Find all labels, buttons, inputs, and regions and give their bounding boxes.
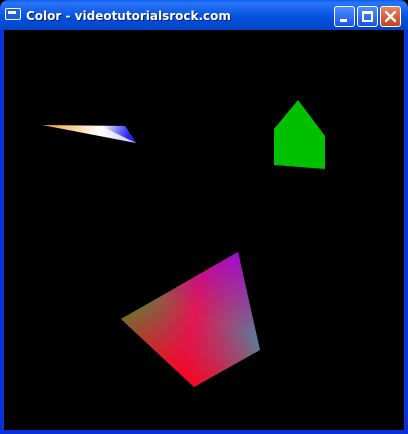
maximize-icon [362,11,373,22]
close-button[interactable] [380,6,401,27]
window-app-icon[interactable] [5,8,21,20]
minimize-icon [340,19,347,22]
opengl-canvas[interactable] [4,30,404,430]
minimize-button[interactable] [334,6,355,27]
green-pentagon [274,100,325,169]
close-icon [384,10,397,23]
title-bar[interactable]: Color - videotutorialsrock.com [0,0,408,30]
app-window: Color - videotutorialsrock.com [0,0,408,434]
gradient-sliver-triangle [42,125,136,143]
rgb-gradient-quad [121,252,260,387]
maximize-button[interactable] [357,6,378,27]
window-title: Color - videotutorialsrock.com [26,9,231,23]
